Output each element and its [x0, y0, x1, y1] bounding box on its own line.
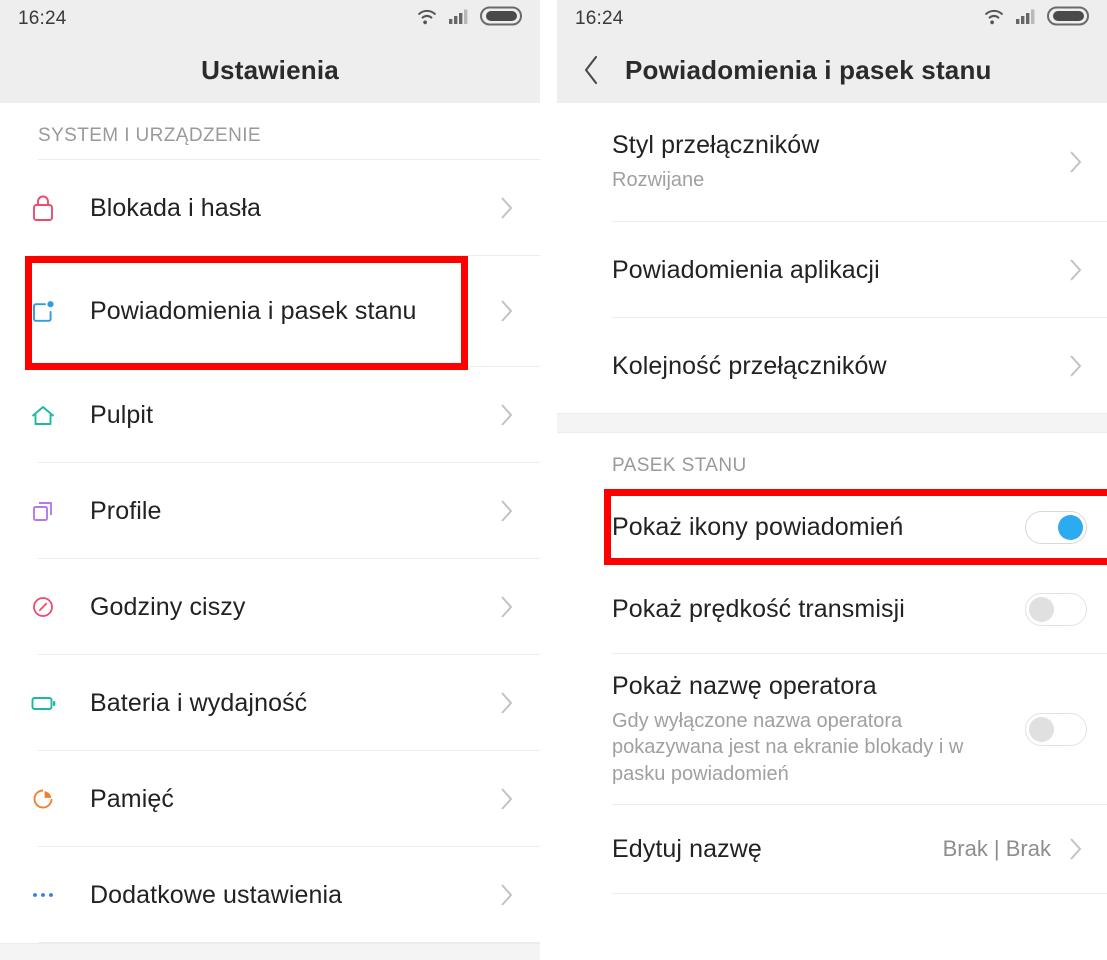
- app-bar-left: Ustawienia: [0, 37, 540, 103]
- list-item-label: Styl przełączników: [612, 131, 820, 160]
- chevron-right-icon: [496, 297, 518, 325]
- lock-icon: [24, 192, 62, 224]
- chevron-right-icon: [1065, 256, 1087, 284]
- toggle-show-carrier-name[interactable]: [1025, 712, 1087, 746]
- toggle-knob: [1029, 596, 1054, 622]
- home-icon: [24, 399, 62, 431]
- app-bar-right: Powiadomienia i pasek stanu: [557, 37, 1107, 103]
- list-item-app-notifications[interactable]: Powiadomienia aplikacji: [557, 222, 1107, 317]
- sidebar-item-storage[interactable]: Pamięć: [0, 751, 540, 846]
- chevron-right-icon: [496, 689, 518, 717]
- divider: [612, 893, 1107, 894]
- section-header-system: SYSTEM I URZĄDZENIE: [0, 103, 540, 159]
- cellular-signal-icon: [448, 7, 471, 30]
- status-bar-clock: 16:24: [575, 7, 624, 29]
- sidebar-item-desktop[interactable]: Pulpit: [0, 367, 540, 462]
- list-item-toggle-order[interactable]: Kolejność przełączników: [557, 318, 1107, 413]
- sidebar-item-label: Pamięć: [90, 784, 174, 813]
- chevron-right-icon: [496, 401, 518, 429]
- list-item-value: Brak | Brak: [942, 836, 1051, 861]
- notification-badge-icon: [24, 295, 62, 327]
- panel-gap: [540, 0, 557, 960]
- status-bar-icons: [415, 6, 524, 31]
- pie-chart-storage-icon: [24, 783, 62, 815]
- chevron-right-icon: [496, 785, 518, 813]
- list-item-texts: Powiadomienia aplikacji: [612, 255, 1065, 285]
- status-bar-clock: 16:24: [18, 7, 67, 29]
- sidebar-item-label: Profile: [90, 496, 162, 525]
- toggle-knob: [1029, 716, 1054, 742]
- settings-list: SYSTEM I URZĄDZENIE Blokada i hasła Powi…: [0, 103, 540, 960]
- page-title: Ustawienia: [201, 54, 339, 85]
- wifi-icon: [415, 7, 439, 30]
- wifi-icon: [982, 7, 1006, 30]
- toggle-knob: [1058, 514, 1083, 540]
- status-bar-right: 16:24: [557, 0, 1107, 37]
- chevron-right-icon: [496, 881, 518, 909]
- sidebar-item-quiet-hours[interactable]: Godziny ciszy: [0, 559, 540, 654]
- list-item-texts: Styl przełączników Rozwijane: [612, 130, 1065, 193]
- do-not-disturb-icon: [24, 591, 62, 623]
- chevron-right-icon: [496, 194, 518, 222]
- status-bar-icons: [982, 6, 1091, 31]
- sidebar-item-profiles[interactable]: Profile: [0, 463, 540, 558]
- sidebar-item-notifications-and-status-bar[interactable]: Powiadomienia i pasek stanu: [0, 256, 540, 366]
- section-band: [557, 413, 1107, 433]
- battery-icon: [1047, 6, 1091, 31]
- list-item-subtitle: Gdy wyłączone nazwa operatora pokazywana…: [612, 709, 964, 785]
- page-title: Powiadomienia i pasek stanu: [625, 54, 992, 85]
- list-item-texts: Edytuj nazwę: [612, 834, 943, 864]
- sidebar-item-label: Dodatkowe ustawienia: [90, 880, 343, 909]
- sidebar-item-additional-settings[interactable]: Dodatkowe ustawienia: [0, 847, 540, 942]
- list-item-label: Pokaż prędkość transmisji: [612, 595, 905, 623]
- chevron-right-icon: [496, 593, 518, 621]
- list-item-texts: Pokaż prędkość transmisji: [612, 594, 1025, 624]
- list-item-edit-name[interactable]: Edytuj nazwę Brak | Brak: [557, 805, 1107, 893]
- chevron-right-icon: [1065, 835, 1087, 863]
- status-bar-left: 16:24: [0, 0, 540, 37]
- sidebar-item-label: Pulpit: [90, 400, 154, 429]
- sidebar-item-battery-and-performance[interactable]: Bateria i wydajność: [0, 655, 540, 750]
- chevron-right-icon: [1065, 352, 1087, 380]
- list-item-label: Powiadomienia aplikacji: [612, 255, 880, 284]
- back-chevron-icon[interactable]: [579, 52, 603, 88]
- list-item-texts: Pokaż nazwę operatora Gdy wyłączone nazw…: [612, 671, 1025, 787]
- sidebar-item-label: Bateria i wydajność: [90, 688, 308, 717]
- list-item-toggle-style[interactable]: Styl przełączników Rozwijane: [557, 103, 1107, 221]
- battery-icon: [24, 687, 62, 719]
- toggle-show-transfer-speed[interactable]: [1025, 592, 1087, 626]
- chevron-right-icon: [1065, 148, 1087, 176]
- notifications-and-status-bar-screen: 16:24 Powiadomienia i pasek stanu Styl p…: [557, 0, 1107, 960]
- ellipsis-icon: [24, 879, 62, 911]
- list-item-show-notification-icons[interactable]: Pokaż ikony powiadomień: [557, 490, 1107, 564]
- settings-screen: 16:24 Ustawienia SYSTEM I URZĄDZENIE Blo…: [0, 0, 540, 960]
- list-item-show-transfer-speed[interactable]: Pokaż prędkość transmisji: [557, 565, 1107, 653]
- list-item-texts: Kolejność przełączników: [612, 351, 1065, 381]
- list-item-texts: Pokaż ikony powiadomień: [612, 512, 1025, 542]
- sidebar-item-label: Powiadomienia i pasek stanu: [90, 297, 417, 325]
- sidebar-item-lock-and-passwords[interactable]: Blokada i hasła: [0, 160, 540, 255]
- chevron-right-icon: [496, 497, 518, 525]
- list-item-show-carrier-name[interactable]: Pokaż nazwę operatora Gdy wyłączone nazw…: [557, 654, 1107, 804]
- dual-screenshot-container: 16:24 Ustawienia SYSTEM I URZĄDZENIE Blo…: [0, 0, 1107, 960]
- bottom-band: [0, 943, 540, 960]
- toggle-show-notification-icons[interactable]: [1025, 510, 1087, 544]
- list-item-label: Pokaż nazwę operatora: [612, 671, 877, 700]
- list-item-subtitle: Rozwijane: [612, 169, 705, 192]
- cellular-signal-icon: [1015, 7, 1038, 30]
- notification-settings-list: Styl przełączników Rozwijane Powiadomien…: [557, 103, 1107, 894]
- sidebar-item-label: Blokada i hasła: [90, 193, 262, 222]
- sidebar-item-label: Godziny ciszy: [90, 592, 246, 621]
- list-item-label: Edytuj nazwę: [612, 835, 762, 863]
- copy-windows-icon: [24, 495, 62, 527]
- list-item-label: Kolejność przełączników: [612, 351, 887, 380]
- section-header-status-bar: PASEK STANU: [557, 433, 1107, 489]
- list-item-label: Pokaż ikony powiadomień: [612, 513, 904, 541]
- battery-icon: [480, 6, 524, 31]
